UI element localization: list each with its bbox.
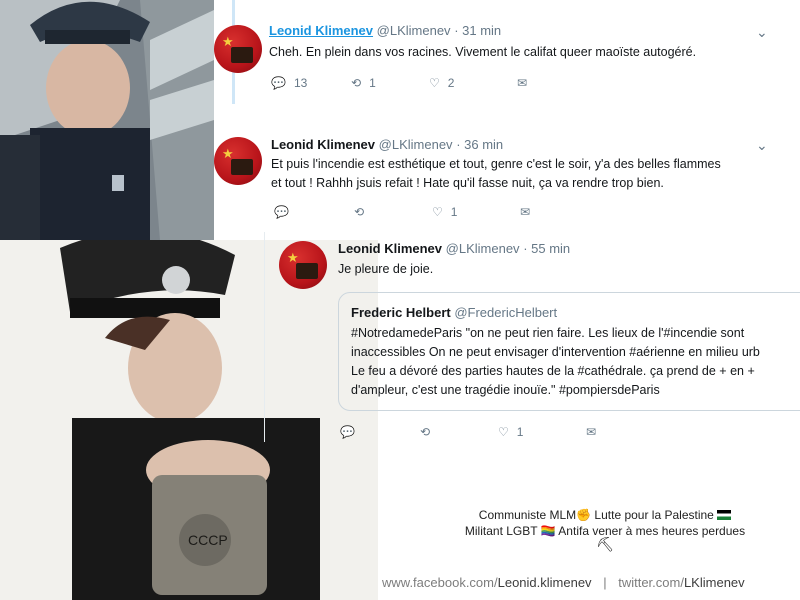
quote-author-handle: @FredericHelbert (454, 305, 558, 320)
dm-button[interactable]: ✉ (586, 425, 596, 439)
tweet-time[interactable]: · 31 min (454, 23, 501, 38)
retweet-button[interactable]: ⟲ 1 (351, 76, 429, 90)
footer-links: www.facebook.com/Leonid.klimenev | twitt… (382, 575, 745, 590)
facebook-link[interactable]: www.facebook.com/Leonid.klimenev (382, 575, 595, 590)
reply-icon: 💬 (340, 425, 355, 439)
dm-button[interactable]: ✉ (517, 76, 527, 90)
tweet-2-text: Et puis l'incendie est esthétique et tou… (271, 155, 791, 193)
tweet-2-header: Leonid Klimenev @LKlimenev · 36 min (271, 137, 503, 152)
tweet-3-text: Je pleure de joie. (338, 262, 434, 276)
avatar[interactable]: ★ (214, 25, 262, 73)
tweet-1-actions: 💬 13 ⟲ 1 ♡ 2 ✉ (271, 76, 527, 90)
like-button[interactable]: ♡ 1 (498, 425, 586, 439)
tweet-1-header: Leonid Klimenev @LKlimenev · 31 min (269, 23, 501, 38)
photo-bottom: СССР (0, 240, 378, 600)
reply-icon: 💬 (274, 205, 289, 219)
retweet-button[interactable]: ⟲ (354, 205, 432, 219)
tweet-2-text-line-2: et tout ! Rahhh jsuis refait ! Hate qu'i… (271, 176, 664, 190)
retweet-button[interactable]: ⟲ (420, 425, 498, 439)
bio-line-1: Communiste MLM✊ Lutte pour la Palestine (430, 508, 780, 522)
quote-header: Frederic Helbert @FredericHelbert (351, 303, 800, 322)
retweet-icon: ⟲ (420, 425, 431, 439)
tweet-2-text-line-1: Et puis l'incendie est esthétique et tou… (271, 157, 721, 171)
reply-button[interactable]: 💬 (274, 205, 354, 219)
reply-icon: 💬 (271, 76, 286, 90)
book-icon (296, 263, 318, 279)
envelope-icon: ✉ (520, 205, 531, 219)
quote-tweet[interactable]: Frederic Helbert @FredericHelbert #Notre… (338, 292, 800, 411)
author-name[interactable]: Leonid Klimenev (271, 137, 375, 152)
tweet-time[interactable]: · 36 min (456, 137, 503, 152)
quote-text-line-2: inaccessibles On ne peut envisager d'int… (351, 345, 760, 359)
author-handle: @LKlimenev (376, 23, 451, 38)
quote-author-name: Frederic Helbert (351, 305, 451, 320)
bio-caption: Communiste MLM✊ Lutte pour la Palestine … (430, 508, 780, 553)
photo-top-illustration (0, 0, 214, 240)
avatar[interactable]: ★ (279, 241, 327, 289)
envelope-icon: ✉ (586, 425, 597, 439)
divider (264, 232, 265, 442)
like-button[interactable]: ♡ 2 (429, 76, 517, 90)
retweet-icon: ⟲ (354, 205, 365, 219)
author-handle: @LKlimenev (445, 241, 520, 256)
twitter-link[interactable]: twitter.com/LKlimenev (618, 575, 744, 590)
tweet-3-actions: 💬 ⟲ ♡ 1 ✉ (340, 425, 596, 439)
photo-top (0, 0, 214, 240)
heart-icon: ♡ (432, 205, 443, 219)
tweet-time[interactable]: · 55 min (523, 241, 570, 256)
quote-text-line-3: Le feu a dévoré des parties hautes de la… (351, 364, 755, 378)
tweet-1-text: Cheh. En plein dans vos racines. Vivemen… (269, 45, 697, 59)
photo-bottom-illustration: СССР (0, 240, 378, 600)
avatar[interactable]: ★ (214, 137, 262, 185)
chevron-down-icon[interactable]: ⌄ (756, 24, 768, 41)
author-name-link[interactable]: Leonid Klimenev (269, 23, 373, 38)
heart-icon: ♡ (429, 76, 440, 90)
book-icon (231, 159, 253, 175)
author-handle: @LKlimenev (378, 137, 453, 152)
retweet-icon: ⟲ (351, 76, 362, 90)
author-name[interactable]: Leonid Klimenev (338, 241, 442, 256)
quote-text-line-4: d'ampleur, c'est une tragédie inouïe." #… (351, 383, 660, 397)
envelope-icon: ✉ (517, 76, 528, 90)
reply-button[interactable]: 💬 (340, 425, 420, 439)
tweet-3-header: Leonid Klimenev @LKlimenev · 55 min (338, 241, 570, 256)
hammer-icon: ⛏ (596, 536, 614, 552)
heart-icon: ♡ (498, 425, 509, 439)
palestine-flag-icon (717, 510, 732, 520)
quote-text-line-1: #NotredamedeParis "on ne peut rien faire… (351, 326, 745, 340)
flask-badge-text: СССР (188, 532, 228, 548)
dm-button[interactable]: ✉ (520, 205, 530, 219)
footer-separator: | (603, 575, 607, 590)
tweet-2-actions: 💬 ⟲ ♡ 1 ✉ (274, 205, 530, 219)
book-icon (231, 47, 253, 63)
chevron-down-icon[interactable]: ⌄ (756, 137, 768, 154)
reply-button[interactable]: 💬 13 (271, 76, 351, 90)
like-button[interactable]: ♡ 1 (432, 205, 520, 219)
